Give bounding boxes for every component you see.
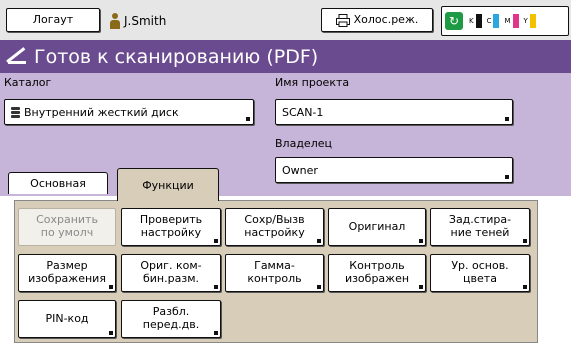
logout-button[interactable]: Логаут [6,8,100,32]
owner-label: Владелец [275,137,332,150]
user-icon [110,13,120,29]
image-control-button[interactable]: Контроль изображен [328,254,426,292]
save-recall-label: Сохр/Вызв настройку [244,213,305,239]
ink-k: K [469,14,482,28]
printer-icon [335,13,350,27]
check-settings-button[interactable]: Проверить настройку [121,208,221,246]
tab-basic-label: Основная [30,177,86,190]
image-size-label: Размер изображения [28,259,106,285]
save-default-label: Сохранить по умолч [36,213,98,239]
recycle-icon: ↻ [445,12,463,30]
folder-label: Каталог [4,76,52,89]
owner-value: Owner [282,163,318,177]
ink-k-bar [475,14,482,28]
logout-label: Логаут [32,12,74,26]
base-color-level-button[interactable]: Ур. основ. цвета [430,254,530,292]
mode-button[interactable]: Холос.реж. [321,8,433,32]
ink-m: M [504,14,519,28]
original-label: Оригинал [348,219,406,233]
save-default-button[interactable]: Сохранить по умолч [18,208,116,246]
save-recall-button[interactable]: Сохр/Вызв настройку [225,208,324,246]
mixed-size-label: Ориг. ком- бин.разм. [140,259,202,285]
hard-disk-icon [11,106,20,118]
tab-functions-label: Функции [142,178,194,192]
ink-c-bar [493,14,500,28]
unlock-cover-label: Разбл. перед.дв. [142,305,200,331]
ink-y-bar [529,14,536,28]
tab-basic[interactable]: Основная [8,172,108,194]
check-settings-label: Проверить настройку [139,213,203,239]
unlock-cover-button[interactable]: Разбл. перед.дв. [121,300,221,338]
ink-status[interactable]: ↻ K C M Y [441,6,569,36]
pin-code-button[interactable]: PIN-код [18,300,116,338]
ink-c: C [487,14,500,28]
ink-m-bar [512,14,519,28]
pin-code-label: PIN-код [45,311,89,325]
title-bar: Готов к сканированию (PDF) [0,40,571,73]
image-size-button[interactable]: Размер изображения [18,254,116,292]
original-button[interactable]: Оригинал [328,208,426,246]
mode-label: Холос.реж. [353,12,419,26]
page-title: Готов к сканированию (PDF) [34,45,319,68]
gamma-control-label: Гамма- контроль [247,259,302,285]
base-color-level-label: Ур. основ. цвета [451,259,509,285]
project-label: Имя проекта [275,76,350,89]
user-name: J.Smith [124,14,167,28]
folder-value: Внутренний жесткий диск [24,105,179,119]
project-value: SCAN-1 [282,105,324,119]
shadow-erase-label: Зад.стира- ние теней [448,213,512,239]
user-indicator: J.Smith [110,10,166,32]
tab-functions[interactable]: Функции [117,168,219,201]
owner-field[interactable]: Owner [275,157,513,183]
project-field[interactable]: SCAN-1 [275,99,513,125]
shadow-erase-button[interactable]: Зад.стира- ние теней [430,208,530,246]
ink-y: Y [524,14,536,28]
scan-icon [6,46,28,66]
mixed-size-button[interactable]: Ориг. ком- бин.разм. [121,254,221,292]
folder-field[interactable]: Внутренний жесткий диск [4,99,254,125]
image-control-label: Контроль изображен [344,259,410,285]
gamma-control-button[interactable]: Гамма- контроль [225,254,324,292]
